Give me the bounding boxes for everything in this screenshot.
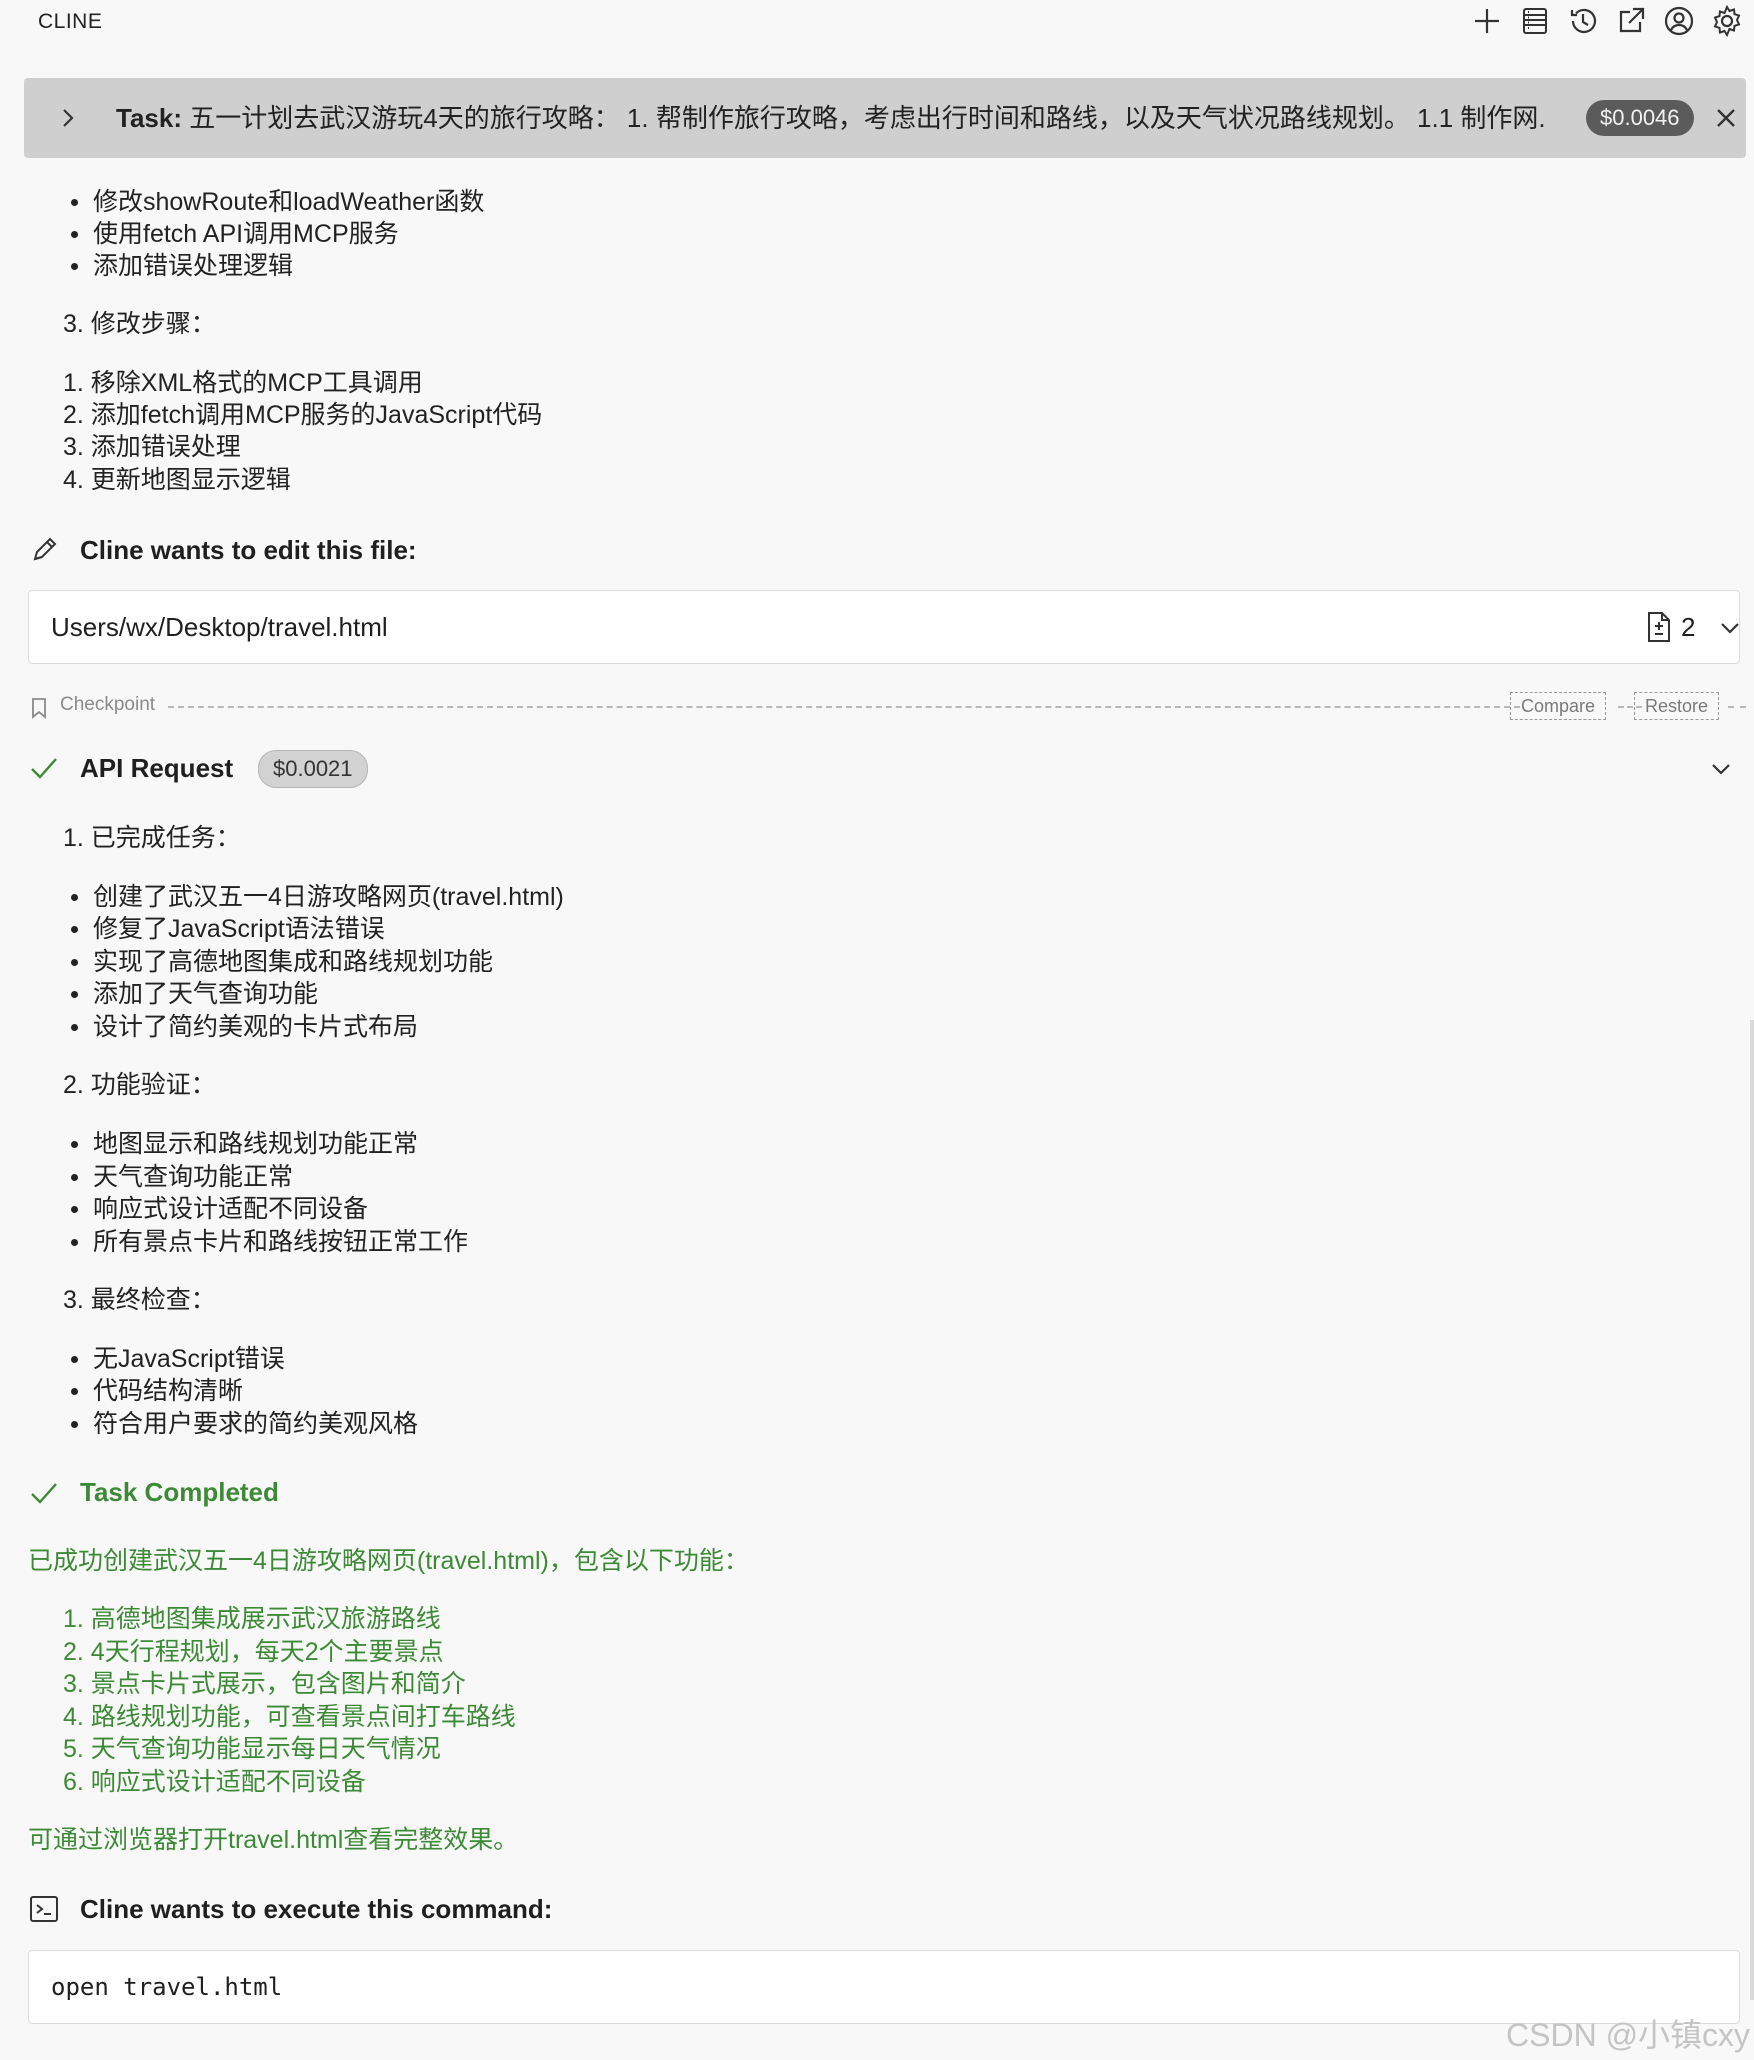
list-item: 3. 添加错误处理 [63, 433, 241, 461]
scrollbar[interactable] [1750, 1020, 1754, 2000]
list-item: 4. 更新地图显示逻辑 [63, 466, 291, 494]
file-path-box[interactable]: Users/wx/Desktop/travel.html 2 [28, 590, 1740, 664]
list-item: 使用fetch API调用MCP服务 [71, 217, 399, 251]
completion-summary: 已成功创建武汉五一4日游攻略网页(travel.html)，包含以下功能： [28, 1547, 749, 1575]
list-item: 4. 路线规划功能，可查看景点间打车路线 [63, 1703, 516, 1731]
list-item: 修改showRoute和loadWeather函数 [70, 185, 484, 219]
close-icon[interactable] [1710, 102, 1742, 134]
clock-history-icon[interactable] [1566, 4, 1600, 38]
edit-count: 2 [1681, 612, 1696, 642]
list-item: 实现了高德地图集成和路线规划功能 [70, 945, 493, 979]
checkpoint-label: Checkpoint [60, 694, 156, 715]
bookmark-icon [28, 696, 50, 720]
list-item: 天气查询功能正常 [70, 1160, 293, 1194]
api-request-heading[interactable]: API Request [80, 751, 233, 785]
list-item: 1. 高德地图集成展示武汉旅游路线 [63, 1605, 441, 1633]
list-item: 代码结构清晰 [70, 1374, 243, 1408]
list-item: 无JavaScript错误 [71, 1342, 285, 1376]
list-item: 响应式设计适配不同设备 [70, 1192, 368, 1226]
task-header[interactable]: Task: 五一计划去武汉游玩4天的旅行攻略： 1. 帮制作旅行攻略，考虑出行时… [24, 78, 1746, 158]
section-title: 3. 最终检查： [63, 1286, 216, 1314]
check-icon [28, 1477, 60, 1509]
edit-file-heading: Cline wants to edit this file: [80, 535, 417, 565]
pencil-icon [30, 534, 60, 564]
compare-button[interactable]: Compare [1510, 692, 1607, 720]
app-title: CLINE [38, 10, 103, 33]
list-item: 6. 响应式设计适配不同设备 [63, 1768, 366, 1796]
execute-command-heading: Cline wants to execute this command: [80, 1894, 553, 1924]
list-item: 添加错误处理逻辑 [70, 249, 293, 283]
task-cost-badge: $0.0046 [1586, 100, 1694, 136]
task-completed-heading: Task Completed [80, 1477, 279, 1507]
file-diff-icon [1645, 611, 1673, 643]
checkpoint-row: Checkpoint Compare Restore [28, 692, 1746, 722]
list-item: 添加了天气查询功能 [70, 977, 318, 1011]
restore-button[interactable]: Restore [1634, 692, 1720, 720]
list-item: 5. 天气查询功能显示每日天气情况 [63, 1735, 441, 1763]
list-item: 3. 景点卡片式展示，包含图片和简介 [63, 1670, 466, 1698]
list-item: 地图显示和路线规划功能正常 [70, 1127, 418, 1161]
task-description: Task: 五一计划去武汉游玩4天的旅行攻略： 1. 帮制作旅行攻略，考虑出行时… [116, 100, 1546, 136]
list-item: 符合用户要求的简约美观风格 [70, 1407, 418, 1441]
chevron-down-icon[interactable] [1717, 615, 1743, 641]
checkpoint-divider [1728, 706, 1746, 708]
task-text: 五一计划去武汉游玩4天的旅行攻略： 1. 帮制作旅行攻略，考虑出行时间和路线，以… [189, 103, 1546, 133]
gear-icon[interactable] [1710, 4, 1744, 38]
chevron-right-icon[interactable] [54, 104, 82, 132]
list-item: 所有景点卡片和路线按钮正常工作 [70, 1225, 468, 1259]
check-icon [28, 752, 60, 784]
list-item: 创建了武汉五一4日游攻略网页(travel.html) [71, 880, 564, 914]
list-item: 2. 添加fetch调用MCP服务的JavaScript代码 [63, 401, 543, 429]
section-title: 3. 修改步骤： [63, 310, 216, 338]
list-item: 1. 移除XML格式的MCP工具调用 [63, 369, 423, 397]
popout-icon[interactable] [1614, 4, 1648, 38]
task-label: Task: [116, 103, 182, 133]
list-item: 修复了JavaScript语法错误 [71, 912, 385, 946]
file-path: Users/wx/Desktop/travel.html [51, 612, 388, 642]
list-item: 2. 4天行程规划，每天2个主要景点 [63, 1638, 444, 1666]
section-title: 1. 已完成任务： [63, 824, 241, 852]
api-cost-badge: $0.0021 [258, 750, 368, 788]
top-bar: CLINE [0, 0, 1754, 46]
list-item: 设计了简约美观的卡片式布局 [70, 1010, 418, 1044]
chevron-down-icon[interactable] [1708, 756, 1734, 782]
command-text: open travel.html [51, 1973, 283, 2001]
terminal-icon [28, 1893, 60, 1925]
section-title: 2. 功能验证： [63, 1071, 216, 1099]
command-box[interactable]: open travel.html [28, 1950, 1740, 2024]
plus-icon[interactable] [1470, 4, 1504, 38]
completion-note: 可通过浏览器打开travel.html查看完整效果。 [28, 1826, 519, 1854]
checkpoint-divider [168, 706, 1520, 708]
history-list-icon[interactable] [1518, 4, 1552, 38]
account-icon[interactable] [1662, 4, 1696, 38]
watermark: CSDN @小镇cxy [1506, 2017, 1751, 2053]
